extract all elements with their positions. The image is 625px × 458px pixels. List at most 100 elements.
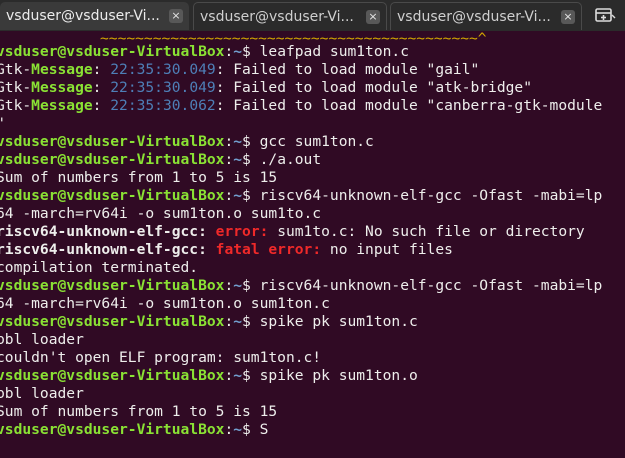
command-text: spike pk sum1ton.o [259,367,418,384]
command-text: gcc sum1ton.c [259,133,374,150]
gtk-prefix-text: Gtk- [0,97,32,114]
tab-1-close-icon[interactable]: × [169,9,183,23]
error-message: no input files [329,241,453,258]
output-line: " [0,115,5,133]
tab-3-close-icon[interactable]: × [561,10,575,24]
prompt-path: ~ [233,277,243,294]
prompt-user: vsduser@vsduser-VirtualBox [0,313,225,330]
prompt-dollar: $ [242,277,260,294]
output-text: 64 -march=rv64i -o sum1ton.o sum1to.c [0,205,322,222]
output-line: 64 -march=rv64i -o sum1ton.o sum1ton.c [0,295,330,313]
prompt-path: ~ [233,421,243,438]
output-line: Sum of numbers from 1 to 5 is 15 [0,169,277,187]
tab-2[interactable]: vsduser@vsduser-Vi... × [193,2,387,30]
gtk-message-text: : Failed to load module "canberra-gtk-mo… [215,97,603,114]
gtk-message-label: Message [31,79,93,96]
prompt-colon: : [224,421,234,438]
tab-3-label: vsduser@vsduser-Vi... [397,9,551,25]
prompt-dollar: $ [242,133,260,150]
compiler-name: riscv64-unknown-elf-gcc: [0,241,207,258]
prompt-user: vsduser@vsduser-VirtualBox [0,277,225,294]
prompt-path: ~ [233,187,243,204]
gtk-message-line: Gtk-Message: 22:35:30.049: Failed to loa… [0,61,479,79]
prompt-user: vsduser@vsduser-VirtualBox [0,421,225,438]
gtk-message-label: Message [31,97,93,114]
tab-1-label: vsduser@vsduser-Vi... [6,8,160,24]
tab-1[interactable]: vsduser@vsduser-Vi... × [0,2,189,30]
prompt-colon: : [224,367,234,384]
tab-2-close-icon[interactable]: × [366,10,380,24]
error-label: fatal error: [215,241,322,258]
output-line: compilation terminated. [0,259,198,277]
gtk-colon: : [92,61,111,78]
gtk-prefix-text: Gtk- [0,79,32,96]
prompt-path: ~ [233,367,243,384]
command-text: S [259,421,269,438]
compiler-name: riscv64-unknown-elf-gcc: [0,223,207,240]
prompt-user: vsduser@vsduser-VirtualBox [0,43,225,60]
terminal-plus-icon[interactable] [593,5,617,27]
prompt-line: vsduser@vsduser-VirtualBox:~$ riscv64-un… [0,187,602,205]
gtk-message-line: Gtk-Message: 22:35:30.049: Failed to loa… [0,79,532,97]
output-line: bbl loader [0,385,84,403]
prompt-dollar: $ [242,43,260,60]
compiler-error-line: riscv64-unknown-elf-gcc: error: sum1to.c… [0,223,585,241]
prompt-user: vsduser@vsduser-VirtualBox [0,133,225,150]
output-text: Sum of numbers from 1 to 5 is 15 [0,169,278,186]
prompt-line: vsduser@vsduser-VirtualBox:~$ ./a.out [0,151,321,169]
gtk-message-text: : Failed to load module "atk-bridge" [215,79,532,96]
prompt-colon: : [224,277,234,294]
command-text: riscv64-unknown-elf-gcc -Ofast -mabi=lp [259,277,603,294]
error-message: sum1to.c: No such file or directory [277,223,585,240]
gtk-colon: : [92,79,111,96]
prompt-line: vsduser@vsduser-VirtualBox:~$ leafpad su… [0,43,409,61]
prompt-user: vsduser@vsduser-VirtualBox [0,187,225,204]
prompt-colon: : [224,187,234,204]
prompt-user: vsduser@vsduser-VirtualBox [0,367,225,384]
gtk-timestamp: 22:35:30.049 [110,79,216,96]
prompt-colon: : [224,133,234,150]
error-label: error: [215,223,269,240]
prompt-colon: : [224,313,234,330]
prompt-line: vsduser@vsduser-VirtualBox:~$ spike pk s… [0,313,418,331]
compiler-error-line: riscv64-unknown-elf-gcc: fatal error: no… [0,241,453,259]
command-text: ./a.out [259,151,322,168]
prompt-user: vsduser@vsduser-VirtualBox [0,151,225,168]
prompt-path: ~ [233,43,243,60]
prompt-line: vsduser@vsduser-VirtualBox:~$ gcc sum1to… [0,133,374,151]
prompt-path: ~ [233,313,243,330]
gtk-message-line: Gtk-Message: 22:35:30.062: Failed to loa… [0,97,602,115]
terminal-output[interactable]: ~~~~~~~~~~~~~~~~~~~~~~~~~~~~~~~~~~~~~~~~… [0,31,625,458]
prompt-dollar: $ [242,421,260,438]
prompt-line: vsduser@vsduser-VirtualBox:~$ riscv64-un… [0,277,602,295]
gtk-timestamp: 22:35:30.062 [110,97,216,114]
output-text: " [0,115,5,132]
output-line: 64 -march=rv64i -o sum1ton.o sum1to.c [0,205,321,223]
output-text: 64 -march=rv64i -o sum1ton.o sum1ton.c [0,295,330,312]
gtk-prefix-text: Gtk- [0,61,32,78]
output-text: Sum of numbers from 1 to 5 is 15 [0,403,278,420]
gtk-message-text: : Failed to load module "gail" [215,61,480,78]
gtk-timestamp: 22:35:30.049 [110,61,216,78]
output-text: couldn't open ELF program: sum1ton.c! [0,349,322,366]
command-text: riscv64-unknown-elf-gcc -Ofast -mabi=lp [259,187,603,204]
command-text: leafpad sum1ton.c [259,43,409,60]
output-line: bbl loader [0,331,84,349]
prompt-dollar: $ [242,187,260,204]
output-line: couldn't open ELF program: sum1ton.c! [0,349,321,367]
prompt-line: vsduser@vsduser-VirtualBox:~$ spike pk s… [0,367,418,385]
command-text: spike pk sum1ton.c [259,313,418,330]
prompt-path: ~ [233,151,243,168]
gtk-message-label: Message [31,61,93,78]
output-line: Sum of numbers from 1 to 5 is 15 [0,403,277,421]
tab-bar: vsduser@vsduser-Vi... × vsduser@vsduser-… [0,0,625,31]
prompt-path: ~ [233,133,243,150]
prompt-dollar: $ [242,313,260,330]
gtk-colon: : [92,97,111,114]
output-text: bbl loader [0,331,84,348]
tab-3[interactable]: vsduser@vsduser-Vi... × [390,2,582,30]
